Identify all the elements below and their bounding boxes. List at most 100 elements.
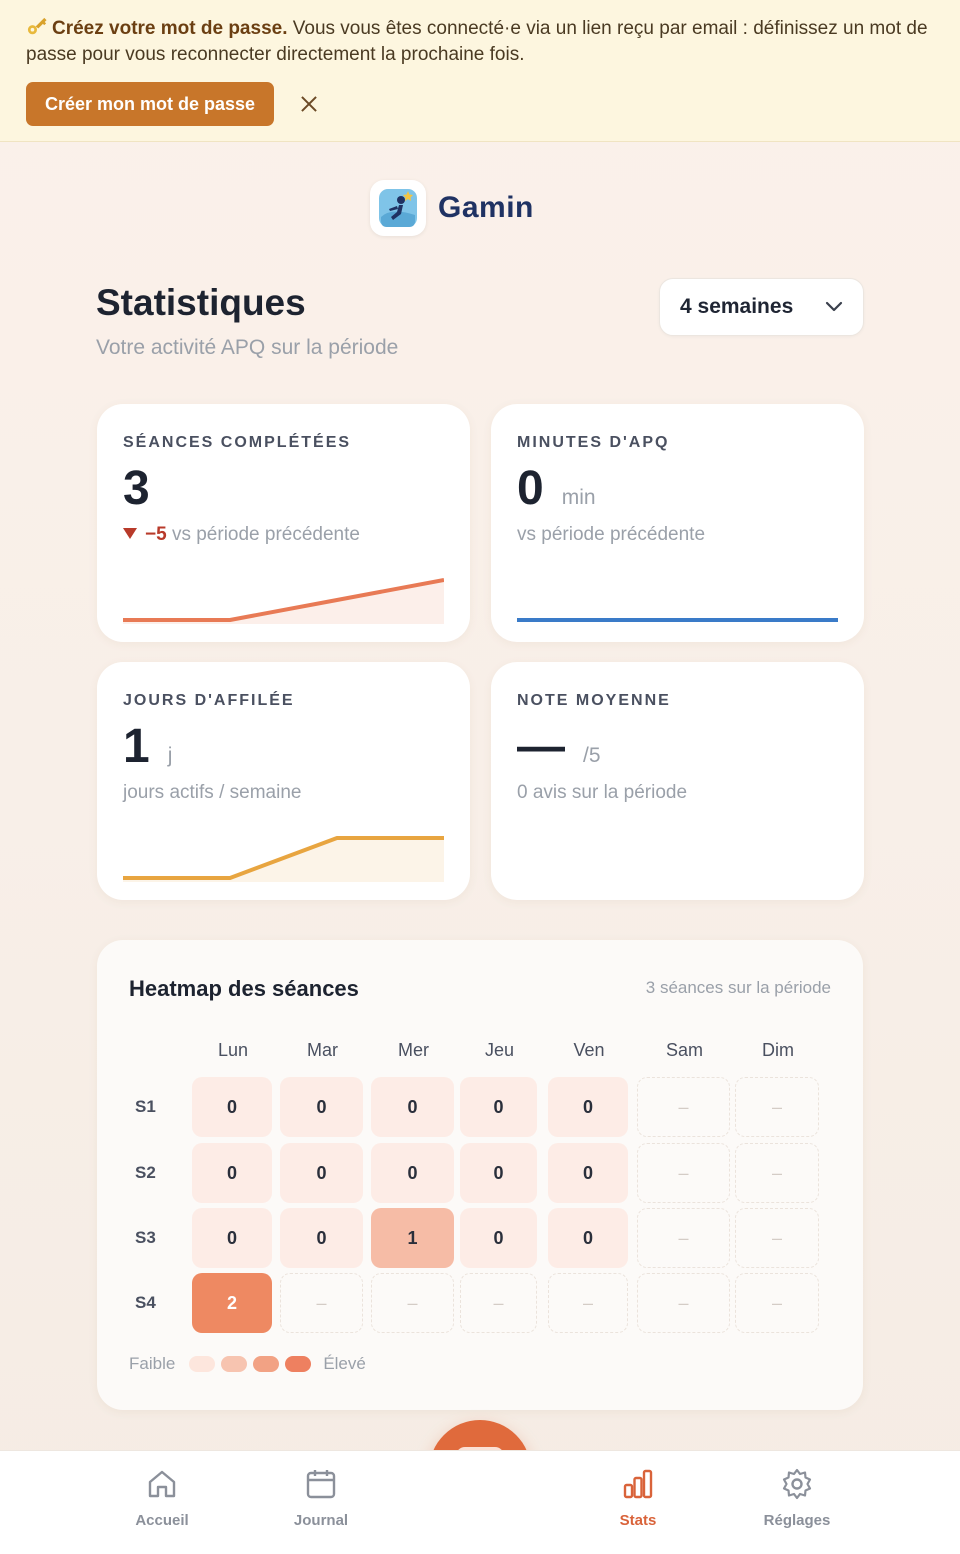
legend-swatch	[285, 1356, 312, 1372]
heatmap-cell: 2	[192, 1273, 272, 1333]
heatmap-col-header: Ven	[573, 1040, 605, 1060]
card-unit: /5	[583, 744, 601, 767]
legend-swatch	[221, 1356, 248, 1372]
card-label: JOURS D'AFFILÉE	[123, 692, 295, 709]
heatmap-cell: 0	[280, 1143, 363, 1203]
calendar-icon	[306, 1470, 336, 1499]
period-select[interactable]: 4 semaines	[659, 278, 864, 336]
heatmap-cell: 0	[548, 1077, 628, 1137]
card-meta: 0 avis sur la période	[517, 782, 688, 803]
nav-item-stats[interactable]: Stats	[578, 1467, 698, 1529]
bottom-nav: Accueil Journal Stats Réglages	[0, 1450, 960, 1554]
create-password-button[interactable]: Créer mon mot de passe	[26, 82, 275, 126]
heatmap-cell: 0	[280, 1208, 363, 1268]
password-banner: Créez votre mot de passe. Vous vous êtes…	[0, 0, 960, 142]
key-icon	[27, 17, 47, 35]
nav-label: Journal	[293, 1512, 349, 1529]
heatmap-cell: 0	[548, 1208, 628, 1268]
heatmap-cell: –	[460, 1273, 537, 1333]
chevron-down-icon	[825, 301, 843, 312]
card-meta: jours actifs / semaine	[123, 782, 302, 803]
nav-item-home[interactable]: Accueil	[102, 1467, 222, 1529]
heatmap-count: 3 séances sur la période	[645, 978, 831, 997]
nav-item-journal[interactable]: Journal	[261, 1467, 381, 1529]
heatmap-cell: –	[637, 1077, 730, 1137]
bar-chart-icon	[623, 1469, 653, 1499]
heatmap-card: Heatmap des séances 3 séances sur la pér…	[97, 940, 863, 1410]
period-select-value: 4 semaines	[680, 295, 794, 318]
card-label: MINUTES D'APQ	[517, 434, 670, 451]
heatmap-cell: –	[548, 1273, 628, 1333]
card-unit: min	[561, 486, 596, 509]
heatmap-title: Heatmap des séances	[129, 976, 359, 1001]
nav-label: Stats	[619, 1512, 657, 1529]
heatmap-col-header: Jeu	[484, 1040, 515, 1060]
heatmap-cell: 0	[280, 1077, 363, 1137]
close-icon[interactable]	[298, 93, 320, 115]
heatmap-col-header: Mer	[398, 1040, 429, 1060]
heatmap-cell: –	[637, 1273, 730, 1333]
heatmap-col-header: Lun	[217, 1040, 249, 1060]
legend-swatch	[189, 1356, 216, 1372]
heatmap-legend: Faible Élevé	[129, 1354, 366, 1374]
heatmap-cell: 1	[371, 1208, 454, 1268]
heatmap-row-header: S3	[135, 1228, 156, 1247]
card-value: —	[517, 720, 565, 773]
card-label: NOTE MOYENNE	[517, 692, 671, 709]
heatmap-cell: 0	[192, 1208, 272, 1268]
card-value: 0	[517, 462, 544, 515]
heatmap-col-header: Dim	[762, 1040, 794, 1060]
card-sessions: SÉANCES COMPLÉTÉES 3 −5 vs période précé…	[97, 404, 470, 642]
card-value: 1	[123, 720, 150, 773]
card-unit: j	[167, 744, 173, 767]
home-icon	[148, 1470, 176, 1498]
banner-text: Créez votre mot de passe. Vous vous êtes…	[26, 16, 936, 68]
legend-low: Faible	[129, 1354, 176, 1373]
nav-label: Réglages	[763, 1512, 831, 1529]
heatmap-cell: –	[280, 1273, 363, 1333]
gear-icon	[782, 1468, 812, 1500]
nav-item-settings[interactable]: Réglages	[737, 1467, 857, 1529]
legend-swatch	[253, 1356, 280, 1372]
card-label: SÉANCES COMPLÉTÉES	[123, 434, 352, 451]
down-arrow-icon	[123, 528, 137, 539]
heatmap-cell: 0	[371, 1143, 454, 1203]
heatmap-col-header: Mar	[307, 1040, 338, 1060]
card-delta: −5	[145, 524, 167, 545]
heatmap-row-header: S1	[135, 1097, 156, 1116]
heatmap-cell: 0	[460, 1143, 537, 1203]
heatmap-cell: –	[735, 1273, 819, 1333]
heatmap-cell: 0	[548, 1143, 628, 1203]
page-subtitle: Votre activité APQ sur la période	[96, 336, 399, 359]
brand-logo: Gamin	[370, 180, 534, 236]
sparkline-streak	[123, 836, 444, 882]
legend-high: Élevé	[323, 1354, 366, 1373]
sparkline-sessions	[123, 578, 444, 624]
heatmap-cell: 0	[192, 1077, 272, 1137]
heatmap-cell: –	[637, 1208, 730, 1268]
card-streak: JOURS D'AFFILÉE 1j jours actifs / semain…	[97, 662, 470, 900]
card-meta: vs période précédente	[517, 524, 706, 545]
heatmap-cell: –	[371, 1273, 454, 1333]
card-rating: NOTE MOYENNE — /5 0 avis sur la période	[491, 662, 864, 900]
banner-title: Créez votre mot de passe.	[52, 18, 288, 39]
heatmap-col-header: Sam	[665, 1040, 703, 1060]
page-title: Statistiques	[96, 282, 306, 323]
heatmap-cell: –	[735, 1077, 819, 1137]
heatmap-row-header: S4	[135, 1293, 156, 1312]
logo-icon	[370, 180, 426, 236]
brand-name: Gamin	[438, 191, 534, 224]
card-meta: vs période précédente	[171, 524, 360, 545]
card-value: 3	[123, 462, 150, 515]
heatmap-cell: –	[735, 1143, 819, 1203]
heatmap-cell: –	[735, 1208, 819, 1268]
heatmap-cell: 0	[371, 1077, 454, 1137]
sparkline-area	[123, 580, 444, 624]
heatmap-cell: 0	[460, 1077, 537, 1137]
nav-label: Accueil	[135, 1512, 189, 1529]
heatmap-cell: 0	[192, 1143, 272, 1203]
heatmap-cell: –	[637, 1143, 730, 1203]
card-minutes: MINUTES D'APQ 0 min vs période précédente	[491, 404, 864, 642]
heatmap-cell: 0	[460, 1208, 537, 1268]
sparkline-minutes	[517, 618, 838, 622]
